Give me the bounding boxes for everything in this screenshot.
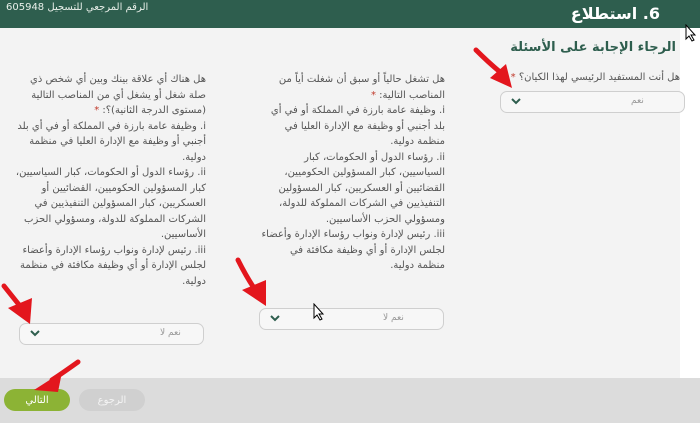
back-button[interactable]: الرجوع: [79, 389, 145, 411]
list-item: ii. رؤساء الدول أو الحكومات، كبار السياس…: [278, 151, 445, 225]
list-item: iii. رئيس لإدارة ونواب رؤساء الإدارة وأع…: [20, 244, 206, 287]
list-item: iii. رئيس لإدارة ونواب رؤساء الإدارة وأع…: [261, 229, 445, 271]
page-title: الرجاء الإجابة على الأسئلة: [510, 40, 676, 55]
question-related-person: هل هناك أي علاقة بينك وبين أي شخص ذي صلة…: [12, 72, 206, 289]
top-header-bar: الرقم المرجعي للتسجيل 605948 6. استطلاع: [0, 0, 700, 28]
question-text: هل تشغل حالياً أو سبق أن شغلت أياً من ال…: [278, 74, 445, 101]
current-position-select[interactable]: نعم لا: [259, 308, 444, 330]
list-item: i. وظيفة عامة بارزة في المملكة أو في أي …: [17, 120, 206, 163]
beneficiary-select[interactable]: نعم: [500, 91, 685, 113]
list-item: ii. رؤساء الدول أو الحكومات، كبار السياس…: [15, 167, 206, 240]
required-mark: *: [94, 105, 100, 116]
selected-value: نعم لا: [160, 328, 181, 338]
step-title: 6. استطلاع: [570, 4, 660, 23]
selected-value: نعم لا: [383, 313, 404, 323]
chevron-down-icon: [511, 98, 521, 105]
question-text: هل أنت المستفيد الرئيسي لهذا الكيان؟: [518, 72, 680, 83]
annotation-arrow-icon: [1, 283, 32, 324]
list-item: i. وظيفة عامة بارزة في المملكة أو في أي …: [270, 105, 445, 147]
annotation-arrow-icon: [235, 257, 266, 306]
mouse-cursor-icon: [685, 24, 697, 42]
selected-value: نعم: [631, 96, 644, 106]
required-mark: *: [370, 89, 376, 101]
mouse-cursor-icon: [313, 303, 325, 321]
question-text: هل هناك أي علاقة بينك وبين أي شخص ذي صلة…: [30, 74, 206, 116]
question-current-position: هل تشغل حالياً أو سبق أن شغلت أياً من ال…: [260, 72, 445, 274]
side-strip: [680, 28, 700, 378]
chevron-down-icon: [30, 330, 40, 337]
annotation-arrow-icon: [473, 47, 512, 88]
chevron-down-icon: [270, 315, 280, 322]
registration-reference: الرقم المرجعي للتسجيل 605948: [6, 2, 149, 13]
annotation-arrow-icon: [34, 359, 81, 392]
related-person-select[interactable]: نعم لا: [19, 323, 204, 345]
question-beneficiary: هل أنت المستفيد الرئيسي لهذا الكيان؟ *: [504, 70, 680, 86]
